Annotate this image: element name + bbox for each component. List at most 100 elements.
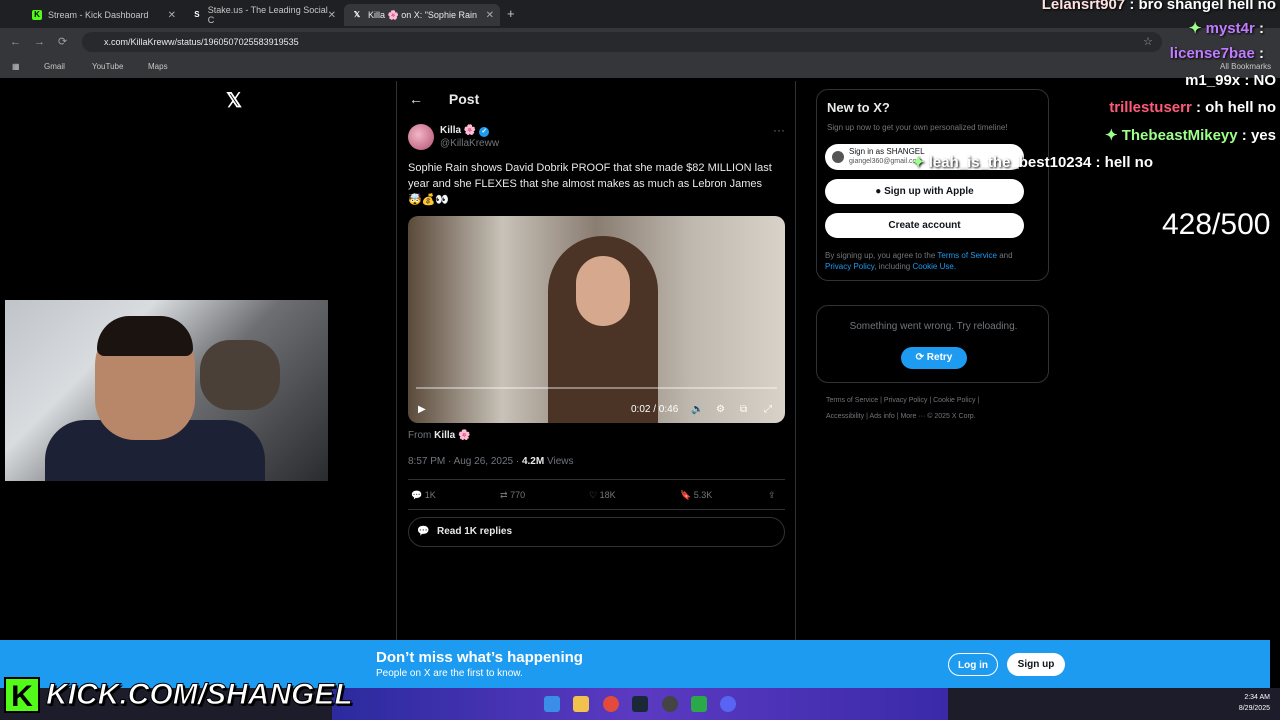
video-time: 0:02 / 0:46	[631, 404, 679, 415]
webcam-overlay	[5, 300, 328, 481]
footer-links-row1[interactable]: Terms of Service | Privacy Policy | Cook…	[826, 397, 979, 404]
repost-count: 770	[510, 490, 526, 500]
chat-user: m1_99x	[1185, 72, 1241, 89]
video-subject-face	[576, 256, 630, 326]
author-handle[interactable]: @KillaKreww	[440, 138, 499, 149]
bookmark-button[interactable]: 🔖 5.3K	[680, 490, 712, 501]
x-logo-icon[interactable]: 𝕏	[226, 88, 242, 113]
video-source: From Killa 🌸	[408, 430, 470, 441]
back-icon[interactable]: ←	[10, 36, 21, 48]
chat-user: leah_is_the_best10234	[928, 154, 1092, 171]
page-title: Post	[448, 91, 480, 107]
security-shield-icon[interactable]	[691, 696, 707, 712]
like-button[interactable]: ♡ 18K	[589, 490, 616, 501]
apple-icon: ●	[875, 186, 882, 197]
banner-title: Don’t miss what’s happening	[376, 649, 583, 666]
chat-user: license7bae	[1169, 45, 1255, 62]
close-tab-icon[interactable]: ✕	[328, 10, 336, 21]
chat-user: Lelansrt907	[1041, 0, 1126, 13]
reply-icon: 💬	[411, 490, 423, 500]
post-text: Sophie Rain shows David Dobrik PROOF tha…	[408, 162, 772, 206]
tab-stake[interactable]: S Stake.us - The Leading Social C ✕	[184, 4, 342, 26]
kick-branding: K KICK.COM/SHANGEL	[4, 674, 353, 716]
close-tab-icon[interactable]: ✕	[486, 10, 494, 21]
reply-button[interactable]: 💬 1K	[411, 490, 436, 501]
kick-logo-icon: K	[4, 677, 40, 713]
sparkle-icon: ✦	[911, 154, 925, 171]
steam-icon[interactable]	[632, 696, 648, 712]
tab-kick-dashboard[interactable]: K Stream - Kick Dashboard ✕	[24, 4, 182, 26]
settings-gear-icon[interactable]: ⚙	[716, 404, 725, 415]
close-tab-icon[interactable]: ✕	[168, 10, 176, 21]
share-icon[interactable]: ⇪	[768, 490, 776, 501]
clock-time: 2:34 AM	[1244, 694, 1270, 701]
video-player[interactable]: ▶ 0:02 / 0:46 🔊 ⚙ ⧉ ⤢	[408, 216, 785, 423]
apple-signup-label: Sign up with Apple	[884, 186, 974, 197]
file-explorer-icon[interactable]	[573, 696, 589, 712]
forward-icon[interactable]: →	[34, 36, 45, 48]
terms-text: By signing up, you agree to the	[825, 251, 936, 260]
more-options-icon[interactable]: ···	[773, 123, 785, 137]
login-button[interactable]: Log in	[948, 653, 998, 676]
bookmark-maps[interactable]: Maps	[148, 62, 168, 71]
new-tab-icon[interactable]: +	[507, 6, 515, 21]
chat-text: : bro shangel hell no	[1129, 0, 1276, 13]
chat-user: myst4r	[1205, 20, 1255, 37]
stake-favicon-icon: S	[194, 10, 200, 19]
chrome-icon[interactable]	[603, 696, 619, 712]
bookmark-star-icon[interactable]: ☆	[1143, 35, 1153, 48]
tab-title: Stake.us - The Leading Social C	[207, 5, 328, 25]
repost-button[interactable]: ⇄ 770	[500, 490, 525, 501]
sparkle-icon: ✦	[1188, 20, 1202, 37]
tab-x-post[interactable]: 𝕏 Killa 🌸 on X: "Sophie Rain ✕	[344, 4, 500, 26]
terms-including: , including	[874, 262, 911, 271]
background-person	[200, 340, 280, 410]
volume-icon[interactable]: 🔊	[691, 404, 703, 415]
from-name[interactable]: Killa 🌸	[434, 430, 470, 441]
pip-icon[interactable]: ⧉	[740, 404, 747, 415]
error-message: Something went wrong. Try reloading.	[849, 321, 1018, 332]
chat-message: m1_99x : NO	[1185, 72, 1276, 89]
apps-icon[interactable]: ▦	[12, 62, 20, 71]
footer-links-row2[interactable]: Accessibility | Ads info | More ··· © 20…	[826, 413, 976, 420]
retry-button[interactable]: ⟳ Retry	[901, 347, 967, 369]
address-bar: ← → ⟳ x.com/KillaKreww/status/1960507025…	[0, 28, 1280, 56]
terms-notice: By signing up, you agree to the Terms of…	[825, 250, 1040, 272]
chat-text: : NO	[1244, 72, 1276, 89]
author-name[interactable]: Killa 🌸 ✓	[440, 125, 490, 137]
avatar[interactable]	[408, 124, 434, 150]
start-icon[interactable]	[544, 696, 560, 712]
x-favicon-icon: 𝕏	[353, 10, 361, 19]
url-input[interactable]: x.com/KillaKreww/status/1960507025583919…	[82, 32, 1162, 52]
divider	[408, 509, 785, 510]
signup-button[interactable]: Sign up	[1007, 653, 1065, 676]
obs-icon[interactable]	[662, 696, 678, 712]
chat-text: : yes	[1241, 127, 1276, 144]
like-count: 18K	[599, 490, 616, 500]
post-timestamp[interactable]: 8:57 PM · Aug 26, 2025 ·	[408, 456, 519, 467]
chat-user: trillestuserr	[1109, 99, 1192, 116]
sparkle-icon: ✦	[1104, 127, 1118, 144]
bookmark-gmail[interactable]: Gmail	[44, 62, 65, 71]
privacy-link[interactable]: Privacy Policy	[825, 262, 874, 271]
banner-subtitle: People on X are the first to know.	[376, 668, 523, 679]
system-clock[interactable]: 2:34 AM 8/29/2025	[1239, 692, 1270, 714]
create-account-button[interactable]: Create account	[825, 213, 1024, 238]
reply-count: 1K	[424, 490, 436, 500]
apple-signup-button[interactable]: ● Sign up with Apple	[825, 179, 1024, 204]
bookmark-youtube[interactable]: YouTube	[92, 62, 123, 71]
cookie-link[interactable]: Cookie Use.	[912, 262, 956, 271]
all-bookmarks[interactable]: All Bookmarks	[1220, 62, 1271, 71]
terms-link[interactable]: Terms of Service	[937, 251, 997, 260]
chat-message: ✦ ThebeastMikeyy : yes	[1105, 126, 1276, 144]
read-replies-button[interactable]: 💬 Read 1K replies	[408, 517, 785, 547]
video-progress-bar[interactable]	[416, 387, 777, 389]
back-arrow-icon[interactable]: ←	[409, 91, 423, 107]
play-icon[interactable]: ▶	[418, 404, 426, 415]
reload-icon[interactable]: ⟳	[58, 35, 67, 48]
fullscreen-icon[interactable]: ⤢	[764, 404, 772, 415]
discord-icon[interactable]	[720, 696, 736, 712]
chat-text: : hell no	[1095, 154, 1154, 171]
bookmark-count: 5.3K	[693, 490, 713, 500]
terms-and: and	[999, 251, 1013, 260]
